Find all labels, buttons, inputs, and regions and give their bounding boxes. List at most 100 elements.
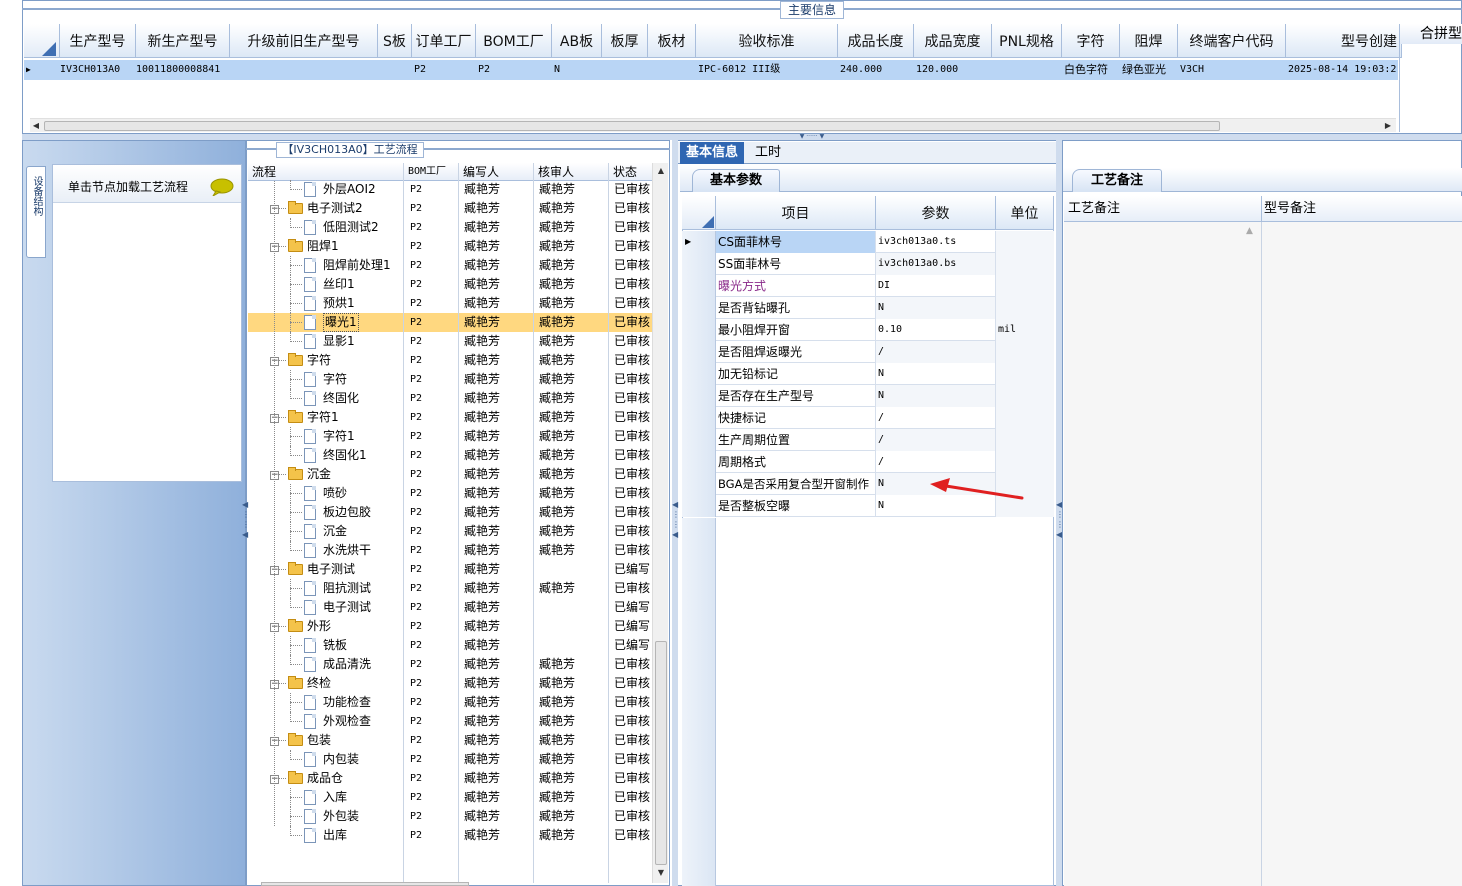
main-col-header[interactable]: 成品长度	[838, 24, 914, 58]
flow-step-name[interactable]: 字符	[307, 351, 331, 370]
param-value[interactable]: iv3ch013a0.bs	[876, 253, 996, 275]
flow-row[interactable]: 阻焊前处理1 P2 臧艳芳 臧艳芳 已审核	[248, 256, 652, 275]
flow-row[interactable]: 出库 P2 臧艳芳 臧艳芳 已审核	[248, 826, 652, 845]
param-row[interactable]: ▶ CS面菲林号 iv3ch013a0.ts	[682, 231, 1054, 253]
flow-row[interactable]: − 成品仓 P2 臧艳芳 臧艳芳 已审核	[248, 769, 652, 788]
flow-row[interactable]: 成品清洗 P2 臧艳芳 臧艳芳 已审核	[248, 655, 652, 674]
flow-col-header[interactable]: BOM工厂	[408, 163, 463, 181]
main-cell-solder[interactable]: 绿色亚光	[1122, 60, 1180, 79]
param-row[interactable]: 是否存在生产型号 N	[682, 385, 1054, 407]
flow-row[interactable]: 字符1 P2 臧艳芳 臧艳芳 已审核	[248, 427, 652, 446]
flow-step-name[interactable]: 沉金	[323, 522, 347, 541]
flow-row[interactable]: − 电子测试 P2 臧艳芳 已编写	[248, 560, 652, 579]
flow-step-name[interactable]: 出库	[323, 826, 347, 845]
flow-row[interactable]: 丝印1 P2 臧艳芳 臧艳芳 已审核	[248, 275, 652, 294]
flow-step-name[interactable]: 入库	[323, 788, 347, 807]
tab-basic-info[interactable]: 基本信息	[680, 142, 744, 165]
param-row[interactable]: 最小阻焊开窗 0.10 mil	[682, 319, 1054, 341]
main-col-header[interactable]: AB板	[552, 24, 602, 58]
main-cell-customer[interactable]: V3CH	[1180, 60, 1288, 79]
param-value[interactable]: N	[876, 385, 996, 407]
main-col-header[interactable]: 生产型号	[60, 24, 136, 58]
flow-step-name[interactable]: 字符1	[307, 408, 339, 427]
row-selector[interactable]	[682, 473, 716, 495]
scroll-left-icon[interactable]: ◀	[30, 120, 42, 132]
flow-step-name[interactable]: 终固化1	[323, 446, 367, 465]
splitter-handle-mid[interactable]: ◀ ⋮ ⋮ ◀	[672, 500, 680, 570]
param-value[interactable]: iv3ch013a0.ts	[876, 231, 996, 253]
tab-process-notes[interactable]: 工艺备注	[1072, 169, 1162, 192]
flow-step-name[interactable]: 预烘1	[323, 294, 355, 313]
flow-step-name[interactable]: 喷砂	[323, 484, 347, 503]
flow-step-name[interactable]: 电子测试2	[307, 199, 363, 218]
flow-row[interactable]: 终固化1 P2 臧艳芳 臧艳芳 已审核	[248, 446, 652, 465]
flow-step-name[interactable]: 外观检查	[323, 712, 371, 731]
tab-work-hours[interactable]: 工时	[750, 142, 786, 164]
main-cell-created[interactable]: 2025-08-14 19:03:2	[1288, 60, 1400, 79]
row-selector[interactable]	[682, 495, 716, 517]
main-cell-char[interactable]: 白色字符	[1064, 60, 1122, 79]
flow-row[interactable]: 内包装 P2 臧艳芳 臧艳芳 已审核	[248, 750, 652, 769]
flow-step-name[interactable]: 外层AOI2	[323, 180, 376, 199]
main-col-header[interactable]: 板厚	[602, 24, 648, 58]
param-value[interactable]: /	[876, 341, 996, 363]
param-value[interactable]: 0.10	[876, 319, 996, 341]
flow-row[interactable]: − 沉金 P2 臧艳芳 臧艳芳 已审核	[248, 465, 652, 484]
flow-step-name[interactable]: 沉金	[307, 465, 331, 484]
params-col-header[interactable]: 参数	[876, 196, 996, 230]
flow-step-name[interactable]: 功能检查	[323, 693, 371, 712]
main-col-header[interactable]: 板材	[648, 24, 696, 58]
param-row[interactable]: 生产周期位置 /	[682, 429, 1054, 451]
main-col-header[interactable]: 型号创建	[1286, 24, 1402, 58]
main-cell-bom-factory[interactable]: P2	[478, 60, 554, 79]
main-cell-model[interactable]: IV3CH013A0	[60, 60, 136, 79]
flow-col-header[interactable]: 流程	[252, 163, 407, 181]
flow-row[interactable]: − 终检 P2 臧艳芳 臧艳芳 已审核	[248, 674, 652, 693]
flow-row[interactable]: − 阻焊1 P2 臧艳芳 臧艳芳 已审核	[248, 237, 652, 256]
scroll-thumb[interactable]	[44, 121, 1220, 131]
param-row[interactable]: 曝光方式 DI	[682, 275, 1054, 297]
flow-row[interactable]: 沉金 P2 臧艳芳 臧艳芳 已审核	[248, 522, 652, 541]
flow-row[interactable]: 电子测试 P2 臧艳芳 已编写	[248, 598, 652, 617]
flow-row[interactable]: 入库 P2 臧艳芳 臧艳芳 已审核	[248, 788, 652, 807]
row-selector[interactable]	[682, 385, 716, 407]
flow-step-name[interactable]: 终检	[307, 674, 331, 693]
flow-step-name[interactable]: 外包装	[323, 807, 359, 826]
flow-step-name[interactable]: 铣板	[323, 636, 347, 655]
flow-row[interactable]: − 包装 P2 臧艳芳 臧艳芳 已审核	[248, 731, 652, 750]
main-cell-new-model[interactable]: 10011800008841	[136, 60, 230, 79]
flow-row[interactable]: − 外形 P2 臧艳芳 已编写	[248, 617, 652, 636]
flow-step-name[interactable]: 终固化	[323, 389, 359, 408]
scroll-up-icon[interactable]: ▲	[655, 165, 667, 177]
flow-step-name[interactable]: 阻焊1	[307, 237, 339, 256]
subtab-basic-params[interactable]: 基本参数	[692, 169, 780, 192]
flow-row[interactable]: 板边包胶 P2 臧艳芳 臧艳芳 已审核	[248, 503, 652, 522]
flow-step-name[interactable]: 低阻测试2	[323, 218, 379, 237]
main-cell-length[interactable]: 240.000	[840, 60, 916, 79]
flow-step-name[interactable]: 字符1	[323, 427, 355, 446]
flow-step-name[interactable]: 板边包胶	[323, 503, 371, 522]
main-col-header[interactable]: 新生产型号	[136, 24, 230, 58]
main-cell-standard[interactable]: IPC-6012 III级	[698, 60, 838, 79]
param-row[interactable]: 周期格式 /	[682, 451, 1054, 473]
param-value[interactable]: /	[876, 407, 996, 429]
flow-step-name[interactable]: 成品仓	[307, 769, 343, 788]
flow-row[interactable]: 终固化 P2 臧艳芳 臧艳芳 已审核	[248, 389, 652, 408]
main-col-header[interactable]: BOM工厂	[476, 24, 552, 58]
flow-step-name[interactable]: 水洗烘干	[323, 541, 371, 560]
row-selector[interactable]: ▶	[682, 231, 716, 253]
flow-col-header[interactable]: 编写人	[463, 163, 538, 181]
main-col-header[interactable]: 验收标准	[696, 24, 838, 58]
row-selector[interactable]	[682, 407, 716, 429]
flow-row[interactable]: 曝光1 P2 臧艳芳 臧艳芳 已审核	[248, 313, 652, 332]
flow-row[interactable]: 外层AOI2 P2 臧艳芳 臧艳芳 已审核	[248, 180, 652, 199]
main-horizontal-scrollbar[interactable]: ◀ ▶	[30, 118, 1396, 132]
row-selector[interactable]	[682, 429, 716, 451]
flow-vertical-scrollbar[interactable]: ▲ ▼	[652, 163, 668, 883]
params-col-header[interactable]: 项目	[716, 196, 876, 230]
process-notes-area[interactable]	[1064, 222, 1262, 886]
flow-step-name[interactable]: 曝光1	[323, 313, 359, 332]
main-col-header[interactable]: 终端客户代码	[1178, 24, 1286, 58]
row-selector[interactable]	[682, 341, 716, 363]
flow-scroll-thumb[interactable]	[655, 641, 667, 865]
